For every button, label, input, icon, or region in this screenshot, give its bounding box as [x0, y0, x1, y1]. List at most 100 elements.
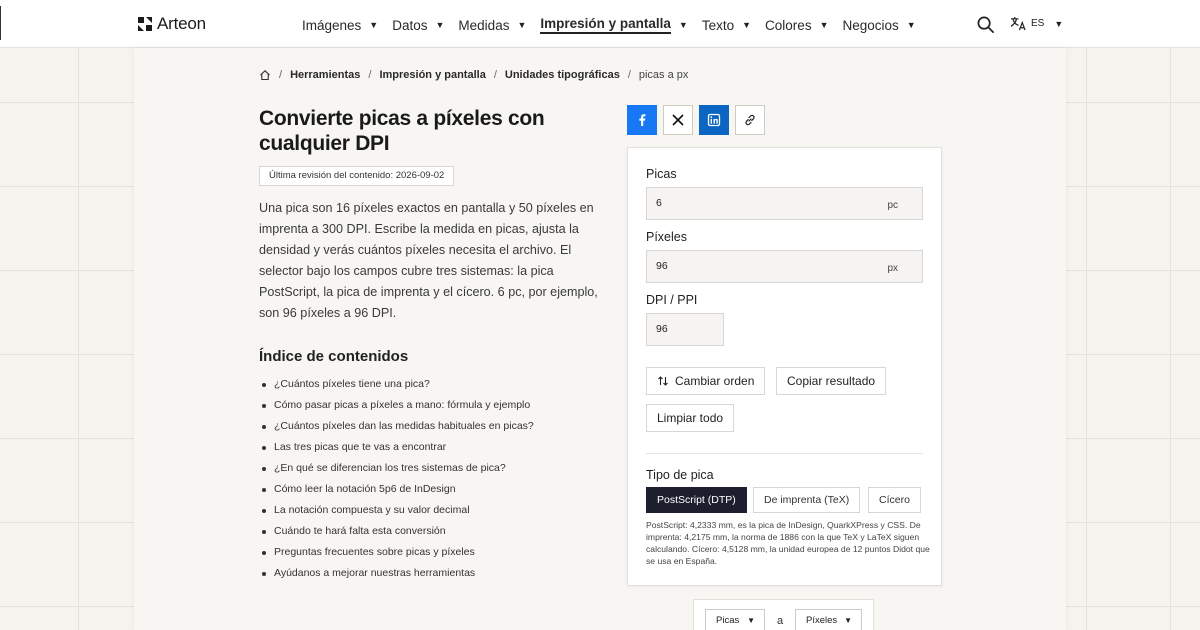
- top-header: Arteon Imágenes ▼ Datos ▼ Medidas ▼ Impresi…: [0, 0, 1200, 48]
- chevron-down-icon: ▼: [678, 20, 688, 30]
- picas-label: Picas: [646, 167, 677, 181]
- toc-item[interactable]: Cómo pasar picas a píxeles a mano: fórmu…: [259, 395, 534, 416]
- copy-result-button[interactable]: Copiar resultado: [776, 367, 887, 395]
- dpi-input[interactable]: 96: [646, 313, 724, 346]
- toc-item[interactable]: Ayúdanos a mejorar nuestras herramientas: [259, 563, 534, 584]
- intro-paragraph: Una pica son 16 píxeles exactos en panta…: [259, 201, 598, 320]
- dpi-label: DPI / PPI: [646, 293, 698, 307]
- nav-item-label: Negocios: [842, 17, 899, 33]
- pica-type-cicero[interactable]: Cícero: [868, 487, 921, 513]
- brand-logo-icon: [138, 17, 152, 31]
- toc-item[interactable]: ¿En qué se diferencian los tres sistemas…: [259, 458, 534, 479]
- breadcrumb-separator: /: [627, 69, 631, 81]
- toc-list: ¿Cuántos píxeles tiene una pica? Cómo pa…: [259, 374, 534, 584]
- link-icon: [745, 114, 755, 126]
- x-icon: [672, 114, 684, 126]
- breadcrumb-separator: /: [279, 69, 283, 81]
- main-nav: Imágenes ▼ Datos ▼ Medidas ▼ Impresión y pa…: [302, 16, 930, 34]
- pica-type-note: PostScript: 4,2333 mm, es la pica de InD…: [646, 520, 930, 566]
- dpi-value: 96: [656, 323, 668, 335]
- pixels-value: 96: [656, 260, 668, 272]
- language-selector[interactable]: ES ▼: [1010, 16, 1063, 31]
- chevron-down-icon: ▼: [844, 616, 852, 625]
- clear-all-label: Limpiar todo: [657, 411, 724, 425]
- nav-item-imagenes[interactable]: Imágenes ▼: [302, 16, 378, 34]
- breadcrumb-link-unidades[interactable]: Unidades tipográficas: [505, 69, 620, 81]
- to-unit-value: Píxeles: [806, 615, 838, 626]
- nav-item-datos[interactable]: Datos ▼: [392, 16, 444, 34]
- pica-type-imprenta[interactable]: De imprenta (TeX): [753, 487, 861, 513]
- unit-pair-selector: Picas ▼ a Píxeles ▼: [693, 599, 874, 630]
- picas-value: 6: [656, 197, 662, 209]
- copy-result-label: Copiar resultado: [787, 374, 876, 388]
- nav-item-impresion-pantalla[interactable]: Impresión y pantalla ▼: [540, 16, 688, 34]
- toc-item[interactable]: ¿Cuántos píxeles dan las medidas habitua…: [259, 416, 534, 437]
- share-x-button[interactable]: [663, 105, 693, 135]
- breadcrumb: / Herramientas / Impresión y pantalla / …: [259, 69, 688, 81]
- nav-item-label: Medidas: [458, 17, 510, 33]
- nav-item-label: Impresión y pantalla: [540, 16, 671, 34]
- toc-title: Índice de contenidos: [259, 348, 409, 365]
- home-icon[interactable]: [259, 69, 271, 81]
- window-edge: [0, 6, 1, 40]
- nav-item-texto[interactable]: Texto ▼: [702, 16, 751, 34]
- pica-type-label: Tipo de pica: [646, 468, 714, 482]
- breadcrumb-separator: /: [493, 69, 497, 81]
- pixels-input[interactable]: 96 px: [646, 250, 923, 283]
- linkedin-icon: [707, 113, 721, 127]
- search-icon[interactable]: [976, 15, 995, 34]
- clear-all-button[interactable]: Limpiar todo: [646, 404, 735, 432]
- toc-item[interactable]: Cuándo te hará falta esta conversión: [259, 521, 534, 542]
- nav-item-negocios[interactable]: Negocios ▼: [843, 16, 916, 34]
- pixels-unit: px: [887, 263, 898, 274]
- picas-unit: pc: [887, 200, 898, 211]
- revision-badge: Última revisión del contenido: 2026-09-0…: [259, 166, 455, 186]
- share-facebook-button[interactable]: [627, 105, 657, 135]
- from-unit-select[interactable]: Picas ▼: [705, 609, 765, 630]
- nav-item-label: Colores: [765, 17, 812, 33]
- chevron-down-icon: ▼: [906, 20, 916, 30]
- nav-item-medidas[interactable]: Medidas ▼: [458, 16, 526, 34]
- translate-icon: [1010, 16, 1026, 31]
- toc-item[interactable]: Preguntas frecuentes sobre picas y píxel…: [259, 542, 534, 563]
- nav-item-colores[interactable]: Colores ▼: [765, 16, 828, 34]
- page-title: Convierte picas a píxeles con cualquier …: [259, 107, 545, 155]
- swap-vertical-icon: [658, 376, 668, 386]
- pica-type-postscript[interactable]: PostScript (DTP): [646, 487, 747, 513]
- toc-item[interactable]: Las tres picas que te vas a encontrar: [259, 437, 534, 458]
- unit-pair-separator: a: [777, 615, 784, 627]
- main-content: / Herramientas / Impresión y pantalla / …: [134, 48, 1066, 630]
- to-unit-select[interactable]: Píxeles ▼: [795, 609, 862, 630]
- picas-input[interactable]: 6 pc: [646, 187, 923, 220]
- divider: [646, 453, 923, 454]
- brand-name: Arteon: [157, 14, 206, 33]
- nav-item-label: Imágenes: [302, 17, 362, 33]
- breadcrumb-link-herramientas[interactable]: Herramientas: [290, 69, 360, 81]
- language-code: ES: [1031, 18, 1045, 29]
- nav-item-label: Texto: [701, 17, 735, 33]
- swap-order-label: Cambiar orden: [675, 374, 755, 388]
- chevron-down-icon: ▼: [369, 20, 379, 30]
- breadcrumb-link-impresion[interactable]: Impresión y pantalla: [379, 69, 485, 81]
- facebook-icon: [639, 114, 646, 126]
- chevron-down-icon: ▼: [517, 20, 527, 30]
- toc-item[interactable]: La notación compuesta y su valor decimal: [259, 500, 534, 521]
- chevron-down-icon: ▼: [1054, 18, 1064, 29]
- from-unit-value: Picas: [716, 615, 740, 626]
- share-linkedin-button[interactable]: [699, 105, 729, 135]
- chevron-down-icon: ▼: [435, 20, 445, 30]
- chevron-down-icon: ▼: [819, 20, 829, 30]
- share-buttons: [627, 105, 765, 135]
- nav-item-label: Datos: [392, 17, 428, 33]
- swap-order-button[interactable]: Cambiar orden: [646, 367, 766, 395]
- breadcrumb-separator: /: [368, 69, 372, 81]
- chevron-down-icon: ▼: [747, 616, 755, 625]
- pixels-label: Píxeles: [646, 230, 687, 244]
- chevron-down-icon: ▼: [742, 20, 752, 30]
- converter-card: Picas 6 pc Píxeles 96 px DPI / PPI 96 Ca…: [627, 147, 942, 586]
- toc-item[interactable]: ¿Cuántos píxeles tiene una pica?: [259, 374, 534, 395]
- toc-item[interactable]: Cómo leer la notación 5p6 de InDesign: [259, 479, 534, 500]
- copy-link-button[interactable]: [735, 105, 765, 135]
- breadcrumb-current: picas a px: [638, 69, 689, 81]
- brand-logo[interactable]: Arteon: [137, 14, 206, 34]
